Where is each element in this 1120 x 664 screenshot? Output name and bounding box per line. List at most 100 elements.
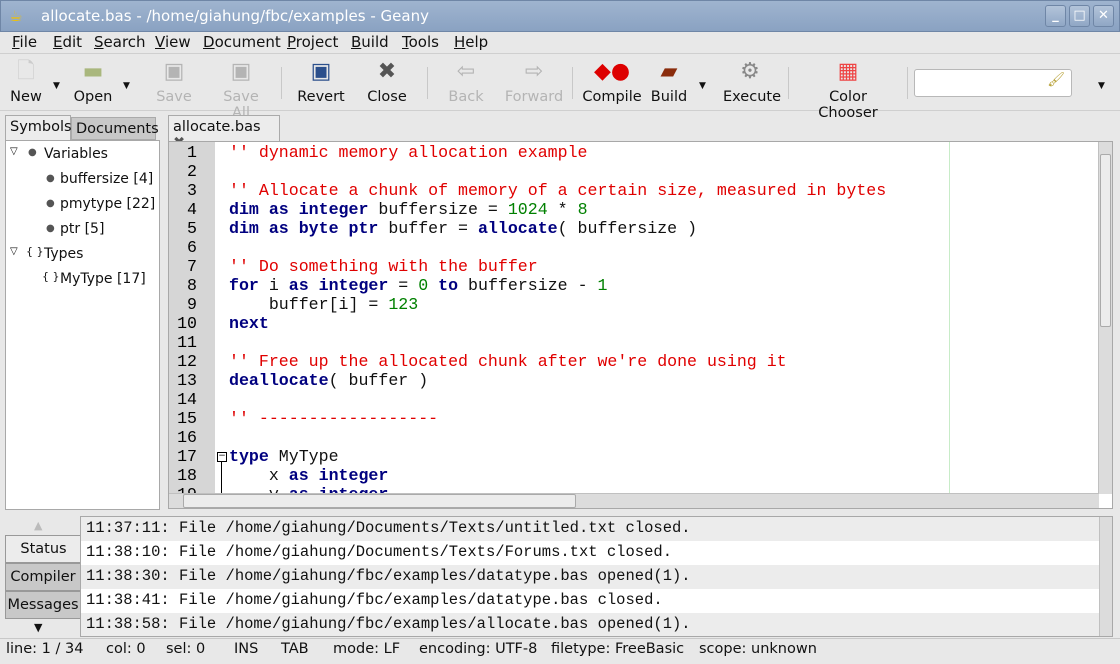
code-line: '' Do something with the buffer bbox=[229, 257, 538, 276]
fold-collapse-icon[interactable]: − bbox=[217, 452, 227, 462]
line-number: 2 bbox=[187, 162, 197, 181]
menu-project[interactable]: Project bbox=[287, 33, 338, 51]
code-line: '' dynamic memory allocation example bbox=[229, 143, 587, 162]
messages-scrollbar[interactable] bbox=[1099, 517, 1112, 636]
tab-allocate-bas[interactable]: allocate.bas ✖ bbox=[168, 115, 280, 151]
toolbar-overflow-arrow[interactable]: ▼ bbox=[1098, 81, 1105, 91]
code-token-kw: dim as integer bbox=[229, 200, 369, 219]
close-window-button[interactable]: ✕ bbox=[1093, 5, 1114, 27]
status-encoding: encoding: UTF-8 bbox=[419, 641, 538, 657]
line-number: 12 bbox=[177, 352, 197, 371]
horizontal-scroll-thumb[interactable] bbox=[183, 494, 576, 508]
code-token-plain: ( buffer ) bbox=[328, 371, 429, 390]
color-palette-icon: ▦ bbox=[837, 59, 859, 84]
gears-icon: ⚙ bbox=[740, 59, 760, 84]
menu-search[interactable]: Search bbox=[94, 33, 146, 51]
build-dropdown-arrow[interactable]: ▼ bbox=[699, 81, 706, 91]
collapse-arrow-icon[interactable]: ▽ bbox=[10, 246, 18, 257]
open-button[interactable]: ▬ Open bbox=[72, 59, 114, 105]
line-number: 14 bbox=[177, 390, 197, 409]
menu-tools[interactable]: Tools bbox=[402, 33, 439, 51]
scroll-tabs-up-icon[interactable]: ▲ bbox=[34, 519, 42, 532]
tab-status[interactable]: Status bbox=[5, 535, 81, 563]
execute-button[interactable]: ⚙ Execute bbox=[723, 59, 781, 105]
menu-edit[interactable]: Edit bbox=[53, 33, 82, 51]
code-token-plain: buffersize - bbox=[458, 276, 598, 295]
code-token-kw: deallocate bbox=[229, 371, 329, 390]
code-token-plain: x bbox=[229, 466, 289, 485]
code-token-plain: MyType bbox=[268, 447, 339, 466]
status-indent: TAB bbox=[281, 641, 309, 657]
brick-icon: ▰ bbox=[660, 59, 678, 84]
build-button[interactable]: ▰ Build bbox=[650, 59, 688, 105]
clear-brush-icon[interactable]: 🖌 bbox=[1047, 72, 1065, 88]
maximize-button[interactable]: □ bbox=[1069, 5, 1090, 27]
new-button[interactable]: 🗋 New bbox=[8, 59, 44, 105]
save-all-button[interactable]: ▣ Save All bbox=[212, 59, 270, 121]
code-line: type MyType bbox=[229, 447, 339, 466]
code-line: buffer[i] = 123 bbox=[229, 295, 418, 314]
variable-icon: ● bbox=[46, 198, 55, 209]
forward-button[interactable]: ⇨ Forward bbox=[504, 59, 564, 105]
code-token-num: 1 bbox=[597, 276, 608, 295]
code-editor[interactable]: 1 '' dynamic memory allocation example 2 3 '… bbox=[168, 141, 1113, 509]
status-filetype: filetype: FreeBasic bbox=[551, 641, 685, 657]
menu-file[interactable]: File bbox=[12, 33, 37, 51]
line-number: 10 bbox=[177, 314, 197, 333]
status-sel: sel: 0 bbox=[166, 641, 206, 657]
close-button[interactable]: ✖ Close bbox=[366, 59, 408, 105]
revert-button[interactable]: ▣ Revert bbox=[297, 59, 345, 105]
tab-messages[interactable]: Messages bbox=[5, 591, 81, 619]
tree-item[interactable]: MyType [17] bbox=[60, 271, 146, 287]
tree-group-types[interactable]: Types bbox=[44, 246, 83, 262]
menu-view[interactable]: View bbox=[155, 33, 191, 51]
code-token-plain: buffersize = bbox=[368, 200, 508, 219]
code-line: next bbox=[229, 314, 269, 333]
code-token-comment: '' ------------------ bbox=[229, 409, 439, 428]
vertical-scroll-thumb[interactable] bbox=[1100, 154, 1111, 327]
code-token-comment: '' dynamic memory allocation example bbox=[229, 143, 588, 162]
variable-icon: ● bbox=[28, 147, 37, 158]
compile-button[interactable]: ◆● Compile bbox=[582, 59, 642, 105]
menu-build[interactable]: Build bbox=[351, 33, 389, 51]
code-line: dim as integer buffersize = 1024 * 8 bbox=[229, 200, 588, 219]
tree-item[interactable]: buffersize [4] bbox=[60, 171, 153, 187]
color-chooser-button[interactable]: ▦ Color Chooser bbox=[798, 59, 898, 121]
status-scope: scope: unknown bbox=[699, 641, 817, 657]
status-messages-panel: 11:37:11: File /home/giahung/Documents/T… bbox=[80, 516, 1113, 637]
tree-item[interactable]: ptr [5] bbox=[60, 221, 104, 237]
collapse-arrow-icon[interactable]: ▽ bbox=[10, 146, 18, 157]
tab-documents[interactable]: Documents bbox=[71, 117, 159, 140]
tree-group-variables[interactable]: Variables bbox=[44, 146, 108, 162]
back-button[interactable]: ⇦ Back bbox=[448, 59, 484, 105]
fold-margin bbox=[215, 142, 227, 494]
code-token-kw: allocate bbox=[477, 219, 558, 238]
compile-icon: ◆● bbox=[593, 59, 631, 84]
code-token-plain: i bbox=[258, 276, 289, 295]
line-number: 15 bbox=[177, 409, 197, 428]
tree-item[interactable]: pmytype [22] bbox=[60, 196, 155, 212]
toolbar: 🗋 New ▼ ▬ Open ▼ ▣ Save ▣ Save All ▣ Revert ✖… bbox=[0, 55, 1120, 121]
close-icon: ✖ bbox=[377, 59, 397, 84]
minimize-button[interactable]: _ bbox=[1045, 5, 1066, 27]
code-token-kw: as integer bbox=[288, 276, 389, 295]
save-button[interactable]: ▣ Save bbox=[156, 59, 192, 105]
menu-help[interactable]: Help bbox=[454, 33, 488, 51]
tab-compiler[interactable]: Compiler bbox=[5, 563, 81, 591]
code-token-num: 123 bbox=[388, 295, 419, 314]
search-input[interactable]: 🖌 bbox=[914, 69, 1072, 97]
save-icon: ▣ bbox=[163, 59, 185, 84]
scroll-tabs-down-icon[interactable]: ▼ bbox=[34, 621, 42, 634]
code-token-kw: dim as byte ptr bbox=[229, 219, 379, 238]
open-dropdown-arrow[interactable]: ▼ bbox=[123, 81, 130, 91]
code-token-kw: next bbox=[229, 314, 269, 333]
message-row: 11:38:30: File /home/giahung/fbc/example… bbox=[81, 565, 1099, 589]
new-dropdown-arrow[interactable]: ▼ bbox=[53, 81, 60, 91]
window-title: allocate.bas - /home/giahung/fbc/example… bbox=[41, 7, 429, 25]
code-token-kw: as integer bbox=[288, 466, 389, 485]
tab-symbols[interactable]: Symbols bbox=[5, 115, 72, 141]
code-token-comment: '' Do something with the buffer bbox=[229, 257, 538, 276]
code-token-kw: to bbox=[438, 276, 459, 295]
line-number: 4 bbox=[187, 200, 197, 219]
menu-document[interactable]: Document bbox=[203, 33, 281, 51]
